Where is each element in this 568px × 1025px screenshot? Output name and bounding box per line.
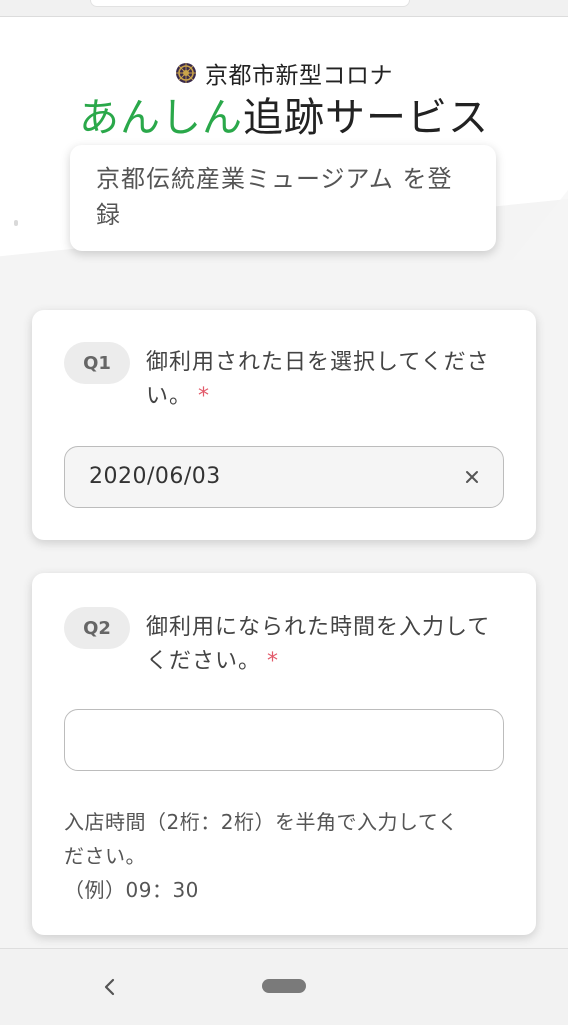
required-mark: *: [198, 384, 211, 409]
question-badge-q2: Q2: [64, 607, 130, 649]
time-input[interactable]: [64, 709, 504, 771]
date-field[interactable]: 2020/06/03: [64, 446, 504, 508]
chevron-left-icon[interactable]: [98, 973, 122, 1001]
kyoto-city-emblem-icon: [176, 63, 196, 83]
question-label-q2: 御利用になられた時間を入力してください。: [146, 615, 491, 674]
question-card-q2: Q2 御利用になられた時間を入力してください。 * 入店時間（2桁：2桁）を半角で…: [32, 573, 536, 935]
hint-line-2: ださい。: [64, 844, 146, 868]
question-text-q2: 御利用になられた時間を入力してください。 *: [146, 611, 506, 679]
logo-title-rest: 追跡サービス: [243, 95, 489, 141]
logo-title-green: あんしん: [79, 95, 243, 141]
close-icon[interactable]: [459, 464, 485, 490]
question-text-q1: 御利用された日を選択してください。 *: [146, 346, 506, 414]
logo-row: 京都市新型コロナ: [0, 56, 568, 90]
hint-example: （例）09：30: [64, 878, 199, 902]
logo-subtitle: 京都市新型コロナ: [205, 63, 393, 89]
home-pill-icon[interactable]: [262, 979, 306, 993]
decorative-dot: [14, 220, 18, 226]
date-value: 2020/06/03: [89, 464, 221, 489]
venue-register-card: 京都伝統産業ミュージアム を登録: [70, 145, 496, 251]
question-card-q1: Q1 御利用された日を選択してください。 * 2020/06/03: [32, 310, 536, 540]
venue-register-text: 京都伝統産業ミュージアム を登録: [96, 165, 453, 229]
question-badge-q1: Q1: [64, 342, 130, 384]
required-mark: *: [267, 649, 280, 674]
system-nav-bar: [0, 948, 568, 1025]
logo-title: あんしん追跡サービス: [0, 92, 568, 144]
time-hint: 入店時間（2桁：2桁）を半角で入力してく ださい。 （例）09：30: [64, 805, 504, 907]
hint-line-1: 入店時間（2桁：2桁）を半角で入力してく: [64, 810, 459, 834]
top-url-pill: [90, 0, 410, 7]
